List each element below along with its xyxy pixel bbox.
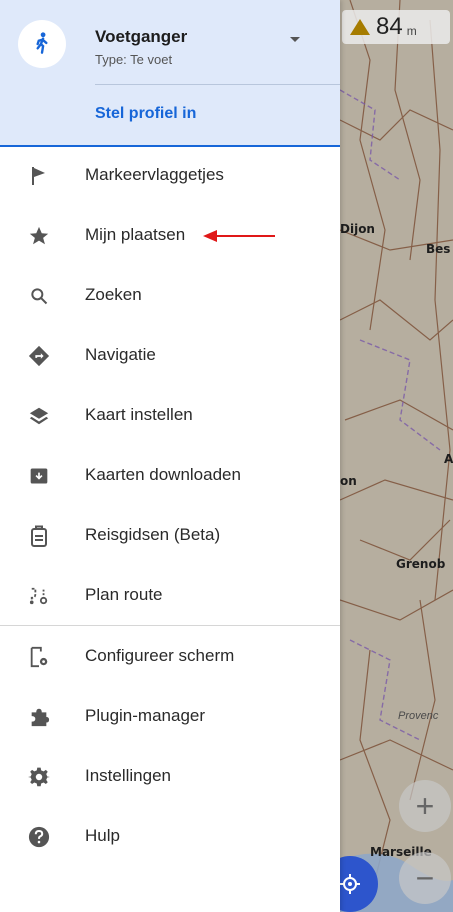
star-icon [28,225,50,247]
map-city-label: Dijon [340,222,375,236]
menu-item-label: Plugin-manager [85,706,206,725]
altitude-unit: m [406,24,417,38]
map-province-label: Provenc [398,710,439,722]
zoom-out-button[interactable]: − [399,852,451,904]
map-city-label: Bes [426,242,451,256]
menu-item-label: Markeervlaggetjes [85,165,224,184]
menu-item-label: Zoeken [85,285,142,304]
location-icon [340,874,360,894]
configure-profile-link[interactable]: Stel profiel in [95,105,196,123]
altitude-widget[interactable]: 84 m [342,10,450,44]
menu-item-label: Instellingen [85,766,172,785]
navigation-icon [28,345,50,367]
menu-item-label: Plan route [85,585,163,604]
annotation-arrow [203,230,275,242]
menu-item-my-places[interactable]: Mijn plaatsen [0,205,340,265]
map-view[interactable]: Dijon Bes on A Grenob Marseille Provenc [340,0,453,912]
chevron-down-icon[interactable] [290,37,300,42]
configure-screen-icon [28,646,50,668]
menu-item-help[interactable]: Hulp [0,806,340,866]
map-roads [340,0,453,912]
help-icon [28,826,50,848]
menu-item-label: Kaarten downloaden [85,465,241,484]
profile-header[interactable]: Voetganger Type: Te voet Stel profiel in [0,0,340,147]
menu-item-search[interactable]: Zoeken [0,265,340,325]
map-city-label: Grenob [396,557,446,571]
menu-item-label: Mijn plaatsen [85,225,186,244]
drawer-menu: Markeervlaggetjes Mijn plaatsen Zoeken N… [0,145,340,866]
altitude-value: 84 [376,13,403,40]
menu-item-travel-guides[interactable]: Reisgidsen (Beta) [0,505,340,565]
profile-name: Voetganger [95,27,188,46]
walking-person-icon [36,32,48,54]
menu-item-label: Configureer scherm [85,646,235,665]
search-icon [28,285,50,307]
menu-item-configure-screen[interactable]: Configureer scherm [0,626,340,686]
flag-icon [28,165,50,187]
layers-icon [28,405,50,427]
menu-item-label: Navigatie [85,345,156,364]
profile-divider [95,84,340,85]
map-city-label: A [444,452,453,466]
menu-item-configure-map[interactable]: Kaart instellen [0,385,340,445]
plan-route-icon [28,585,50,607]
plugin-icon [28,706,50,728]
travel-guide-icon [28,525,50,547]
map-city-label: on [340,474,357,488]
navigation-drawer: Voetganger Type: Te voet Stel profiel in… [0,0,340,912]
menu-item-label: Reisgidsen (Beta) [85,525,221,544]
menu-item-label: Kaart instellen [85,405,193,424]
profile-type: Type: Te voet [95,52,173,67]
download-icon [28,465,50,487]
menu-item-navigation[interactable]: Navigatie [0,325,340,385]
zoom-in-button[interactable]: + [399,780,451,832]
settings-icon [28,766,50,788]
zoom-out-icon: − [415,859,435,896]
menu-item-download-maps[interactable]: Kaarten downloaden [0,445,340,505]
pedestrian-avatar [18,20,66,68]
altitude-icon [350,19,370,35]
zoom-in-icon: + [415,787,435,824]
menu-item-markers[interactable]: Markeervlaggetjes [0,145,340,205]
menu-item-plan-route[interactable]: Plan route [0,565,340,625]
menu-item-label: Hulp [85,826,120,845]
menu-item-plugin-manager[interactable]: Plugin-manager [0,686,340,746]
menu-item-settings[interactable]: Instellingen [0,746,340,806]
